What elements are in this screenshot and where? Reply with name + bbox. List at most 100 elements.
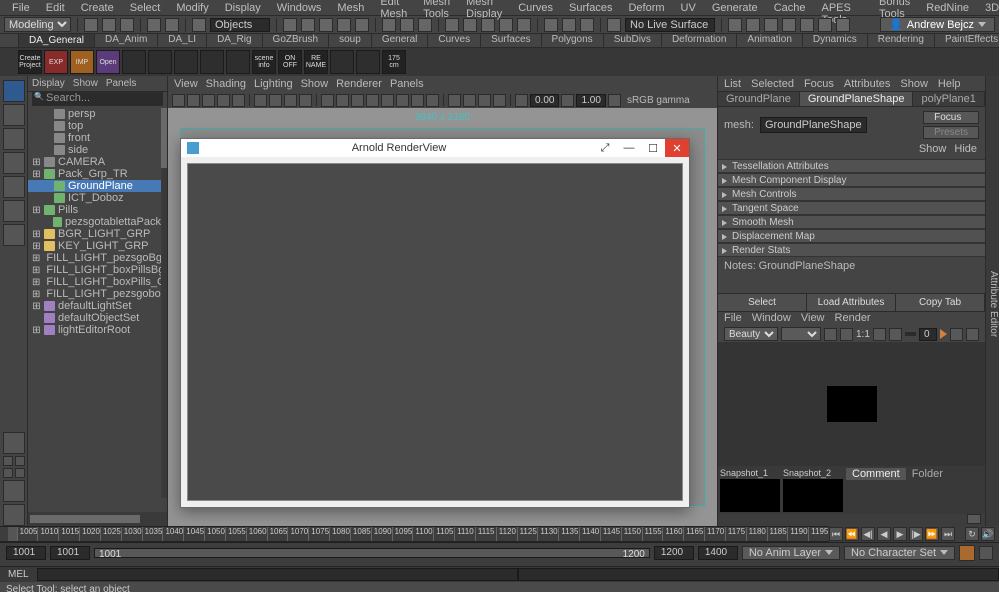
audio-button[interactable]: 🔊 [981, 527, 995, 541]
scale-tool-icon[interactable] [3, 200, 25, 222]
layout-grid-icon[interactable] [3, 456, 25, 478]
prefs-icon[interactable] [979, 546, 993, 560]
snap-curve-icon[interactable] [301, 18, 315, 32]
toggle-a-icon[interactable] [562, 18, 576, 32]
expand-icon[interactable]: ⊞ [32, 170, 41, 179]
menu-mode-dropdown[interactable]: Modeling [4, 17, 71, 32]
shelf-scene-info-icon[interactable]: scene info [252, 50, 276, 74]
expand-icon[interactable]: ⊞ [32, 254, 40, 263]
outliner-hscrollbar[interactable] [28, 512, 167, 526]
snap-point-icon[interactable] [319, 18, 333, 32]
vp-menu-view[interactable]: View [174, 78, 198, 90]
layout-b-icon[interactable] [3, 504, 25, 526]
xray-icon[interactable] [544, 18, 558, 32]
vp-aa-icon[interactable] [426, 94, 439, 107]
menu-file[interactable]: File [4, 2, 38, 14]
shelf-tab-da-rig[interactable]: DA_Rig [207, 33, 262, 47]
vp-gamma-icon[interactable] [561, 94, 574, 107]
panel-d-icon[interactable] [782, 18, 796, 32]
outliner-row-top[interactable]: top [28, 120, 161, 132]
vp-res-gate-icon[interactable] [284, 94, 297, 107]
attr-sect-displacement[interactable]: Displacement Map [718, 229, 985, 243]
range-start-inner[interactable]: 1001 [50, 546, 90, 560]
attr-tab-groundplane[interactable]: GroundPlane [718, 92, 800, 106]
light-editor-icon[interactable] [517, 18, 531, 32]
vp-xray-active-icon[interactable] [478, 94, 491, 107]
vp-ao-icon[interactable] [396, 94, 409, 107]
expand-icon[interactable]: ⊞ [32, 278, 40, 287]
vp-menu-renderer[interactable]: Renderer [336, 78, 382, 90]
shelf-tab-surfaces[interactable]: Surfaces [481, 33, 541, 47]
rv-cam-dropdown[interactable] [781, 327, 821, 341]
range-end-inner[interactable]: 1200 [654, 546, 694, 560]
shelf-tab-rendering[interactable]: Rendering [868, 33, 935, 47]
auto-key-button[interactable] [959, 545, 975, 561]
shelf-tab-da-anim[interactable]: DA_Anim [95, 33, 158, 47]
arv-titlebar[interactable]: Arnold RenderView ⤢ — ☐ ✕ [181, 139, 689, 157]
outliner-row-camera[interactable]: ⊞CAMERA [28, 156, 161, 168]
menu-create[interactable]: Create [73, 2, 122, 14]
outliner-vscrollbar[interactable] [161, 108, 167, 498]
vp-grid-icon[interactable] [254, 94, 267, 107]
snapshot-2[interactable]: Snapshot_2 [783, 468, 843, 512]
arv-restore-icon[interactable]: ⤢ [593, 139, 617, 157]
outliner-row-front[interactable]: front [28, 132, 161, 144]
symmetry-icon[interactable] [418, 18, 432, 32]
menu-deform[interactable]: Deform [620, 2, 672, 14]
single-pane-icon[interactable] [3, 432, 25, 454]
attr-tab-groundplaneshape[interactable]: GroundPlaneShape [800, 92, 914, 106]
rv-zoom-icon[interactable] [873, 328, 886, 341]
attr-menu-attributes[interactable]: Attributes [844, 78, 890, 90]
attr-sect-render-stats[interactable]: Render Stats [718, 243, 985, 257]
outliner-row-fill-light-boxpillsbgr-grp[interactable]: ⊞FILL_LIGHT_boxPillsBgr_GRP [28, 264, 161, 276]
new-scene-icon[interactable] [84, 18, 98, 32]
outliner-row-lighteditorroot[interactable]: ⊞lightEditorRoot [28, 324, 161, 336]
expand-icon[interactable]: ⊞ [32, 302, 41, 311]
arv-minimize-button[interactable]: — [617, 139, 641, 157]
snapshot-1[interactable]: Snapshot_1 [720, 468, 780, 512]
arnold-renderview-window[interactable]: Arnold RenderView ⤢ — ☐ ✕ [180, 138, 690, 508]
vp-isolate-icon[interactable] [448, 94, 461, 107]
panel-a-icon[interactable] [728, 18, 742, 32]
menu-cache[interactable]: Cache [766, 2, 814, 14]
side-tab-attribute-editor[interactable]: Attribute Editor [985, 76, 999, 526]
account-chip[interactable]: 👤 Andrew Bejcz [880, 17, 995, 32]
outliner-row-fill-light-pezsgobgr-grp[interactable]: ⊞FILL_LIGHT_pezsgoBgr_GRP [28, 252, 161, 264]
vp-menu-panels[interactable]: Panels [390, 78, 424, 90]
panel-c-icon[interactable] [764, 18, 778, 32]
viewport-canvas[interactable]: 3840 x 2160 Arnold RenderView ⤢ — ☐ ✕ [168, 108, 717, 526]
menu-generate[interactable]: Generate [704, 2, 766, 14]
outliner-row-defaultobjectset[interactable]: defaultObjectSet [28, 312, 161, 324]
rv-menu-window[interactable]: Window [752, 312, 791, 326]
attr-sect-mesh-controls[interactable]: Mesh Controls [718, 187, 985, 201]
outliner-row-key-light-grp[interactable]: ⊞KEY_LIGHT_GRP [28, 240, 161, 252]
save-scene-icon[interactable] [120, 18, 134, 32]
rv-aov-dropdown[interactable]: Beauty [724, 327, 778, 341]
shelf-open-icon[interactable]: Open [96, 50, 120, 74]
shelf-tab-curves[interactable]: Curves [428, 33, 481, 47]
go-end-button[interactable]: ⏭ [941, 527, 955, 541]
vp-bookmark-icon[interactable] [187, 94, 200, 107]
shelf-tab-soup[interactable]: soup [329, 33, 372, 47]
attr-select-button[interactable]: Select [718, 294, 807, 311]
shelf-rename-icon[interactable]: RE NAME [304, 50, 328, 74]
expand-icon[interactable]: ⊞ [32, 206, 41, 215]
shelf-tab-painteffects[interactable]: PaintEffects [935, 33, 999, 47]
redo-icon[interactable] [165, 18, 179, 32]
attr-load-button[interactable]: Load Attributes [807, 294, 896, 311]
shelf-tab-da-li[interactable]: DA_LI [158, 33, 207, 47]
step-back-key-button[interactable]: ⏪ [845, 527, 859, 541]
panel-b-icon[interactable] [746, 18, 760, 32]
shelf-tab-gozbrush[interactable]: GoZBrush [263, 33, 330, 47]
time-slider[interactable]: 1005101010151020102510301035104010451050… [0, 526, 829, 542]
character-set-dropdown[interactable]: No Character Set [844, 546, 955, 560]
outliner-row-pezsgotablettapack[interactable]: pezsgotablettaPack [28, 216, 161, 228]
shelf-tab-animation[interactable]: Animation [737, 33, 802, 47]
ipr-icon[interactable] [463, 18, 477, 32]
range-start-outer[interactable]: 1001 [6, 546, 46, 560]
hypershade-icon[interactable] [499, 18, 513, 32]
history-icon[interactable] [382, 18, 396, 32]
menu-display[interactable]: Display [217, 2, 269, 14]
shelf-import-icon[interactable]: IMP [70, 50, 94, 74]
attr-presets-button[interactable]: Presets [923, 126, 979, 139]
